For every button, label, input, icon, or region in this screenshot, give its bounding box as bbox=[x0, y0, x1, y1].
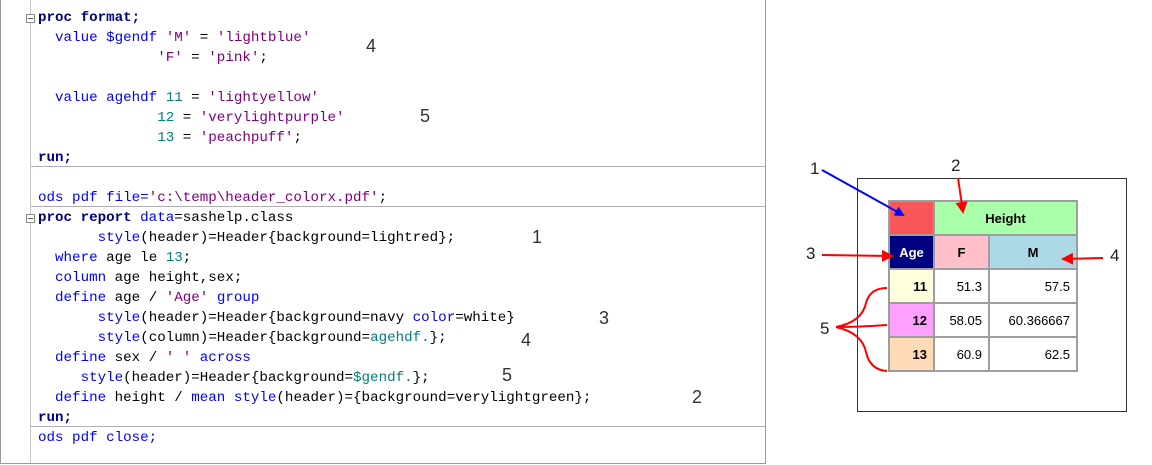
callout-arrows bbox=[821, 169, 1104, 372]
brace-arrow bbox=[835, 326, 888, 372]
arrow-2 bbox=[955, 177, 968, 214]
arrow-3 bbox=[821, 249, 894, 262]
arrow-4 bbox=[1061, 252, 1104, 265]
arrow-1 bbox=[821, 169, 905, 216]
brace-arrow bbox=[835, 287, 888, 328]
